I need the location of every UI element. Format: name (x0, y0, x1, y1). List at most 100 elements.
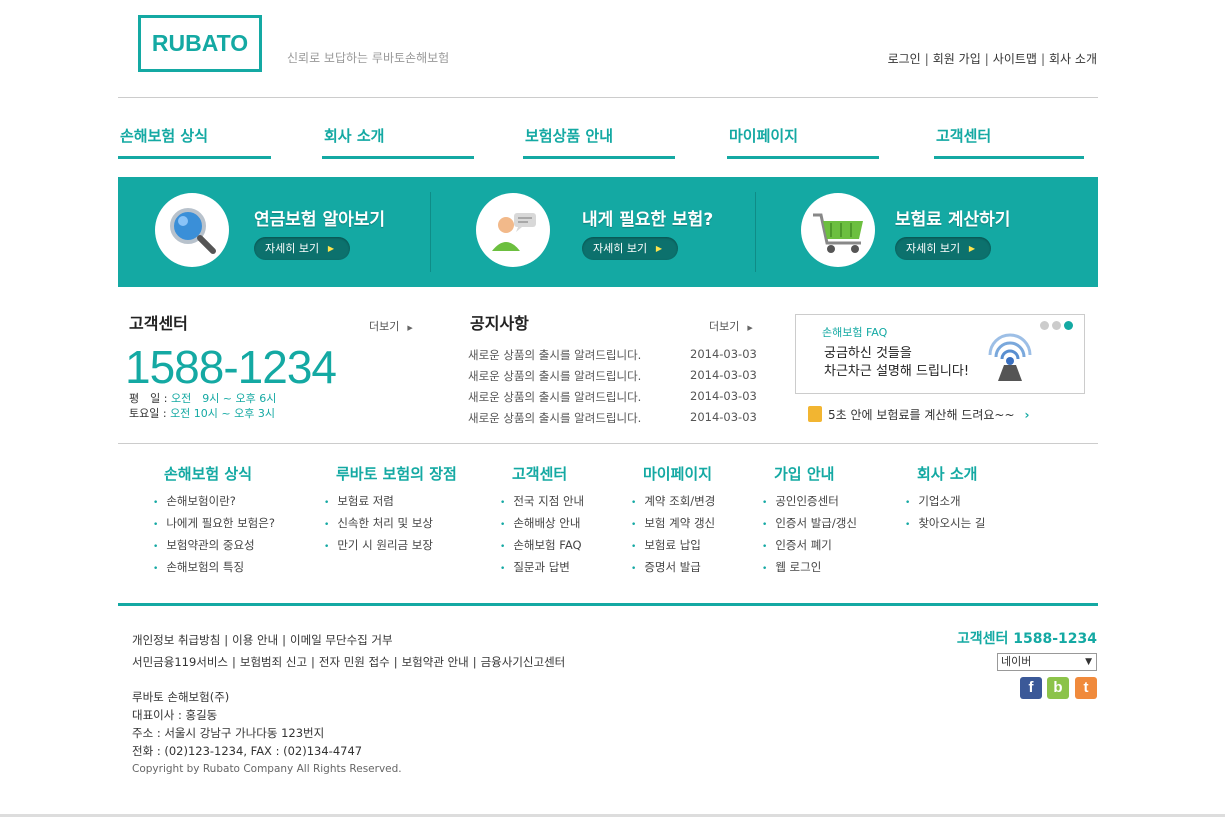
login-link[interactable]: 로그인 (888, 52, 921, 66)
sitemap-column: 가입 안내 • 공인인증센터 • 인증서 발급/갱신 • 인증서 폐기 • 웹 로그인 (762, 463, 857, 578)
sitemap-link[interactable]: • 보험료 납입 (631, 534, 715, 556)
sitemap-link[interactable]: • 손해배상 안내 (500, 512, 584, 534)
notice-row: 새로운 상품의 출시를 알려드립니다. 2014-03-03 (468, 410, 758, 426)
bullet-icon: • (762, 542, 768, 552)
sitemap-link[interactable]: • 보험료 저렴 (324, 490, 457, 512)
e-complaint-link[interactable]: 전자 민원 접수 (319, 655, 390, 669)
nav-products[interactable]: 보험상품 안내 (523, 125, 675, 159)
faq-line-2: 차근차근 설명해 드립니다! (824, 364, 970, 379)
sitemap-link[interactable]: • 전국 지점 안내 (500, 490, 584, 512)
footer-links-row-2: 서민금융119서비스 | 보험범죄 신고 | 전자 민원 접수 | 보험약관 안내 | 금융사기… (132, 655, 566, 669)
finance-119-link[interactable]: 서민금융119서비스 (132, 655, 228, 669)
facebook-icon[interactable]: f (1020, 677, 1042, 699)
signup-link[interactable]: 회원 가입 (933, 52, 981, 66)
sitemap-link[interactable]: • 손해보험 FAQ (500, 534, 584, 556)
sitemap-link-label: 만기 시 원리금 보장 (337, 538, 433, 552)
faq-text: 궁금하신 것들을 차근차근 설명해 드립니다! (824, 345, 969, 381)
nav-customer-center[interactable]: 고객센터 (934, 125, 1084, 159)
bullet-icon: • (324, 520, 330, 530)
select-value: 네이버 (1001, 655, 1032, 668)
notice-more[interactable]: 더보기 ▶ (709, 318, 753, 334)
banner-detail-button-need[interactable]: 자세히 보기 ▶ (582, 237, 678, 260)
faq-banner[interactable]: 손해보험 FAQ 궁금하신 것들을 차근차근 설명해 드립니다! (795, 314, 1085, 394)
magnifier-icon (155, 193, 229, 267)
sitemap-link-label: 나에게 필요한 보험은? (166, 516, 275, 530)
sitemap-link[interactable]: • 보험약관의 중요성 (153, 534, 275, 556)
about-link[interactable]: 회사 소개 (1049, 52, 1097, 66)
calc-shortcut[interactable]: 5초 안에 보험료를 계산해 드려요~~ › (808, 406, 1029, 423)
blog-icon[interactable]: b (1047, 677, 1069, 699)
play-arrow-icon: ▶ (327, 244, 334, 253)
sitemap-link[interactable]: • 기업소개 (905, 490, 985, 512)
lock-bag-icon (808, 406, 822, 422)
family-site-select[interactable]: 네이버 ▼ (997, 653, 1097, 671)
sitemap-link[interactable]: • 인증서 발급/갱신 (762, 512, 857, 534)
sitemap-heading[interactable]: 회사 소개 (905, 463, 985, 484)
notice-link[interactable]: 새로운 상품의 출시를 알려드립니다. (468, 390, 641, 404)
slide-dot[interactable] (1040, 321, 1049, 330)
sitemap-heading[interactable]: 손해보험 상식 (153, 463, 275, 484)
company-tel: 전화 : (02)123-1234, FAX : (02)134-4747 (132, 744, 363, 758)
twitter-icon[interactable]: t (1075, 677, 1097, 699)
tagline: 신뢰로 보답하는 루바토손해보험 (287, 51, 450, 65)
sitemap-link-label: 전국 지점 안내 (513, 494, 585, 508)
copyright: Copyright by Rubato Company All Rights R… (132, 763, 402, 775)
sitemap-link-label: 보험약관의 중요성 (166, 538, 255, 552)
sitemap-link-label: 찾아오시는 길 (918, 516, 986, 530)
slide-dot[interactable] (1052, 321, 1061, 330)
sitemap-link[interactable]: • 질문과 답변 (500, 556, 584, 578)
fraud-report-link[interactable]: 보험범죄 신고 (240, 655, 307, 669)
sitemap-link-label: 손해보험 FAQ (513, 538, 582, 552)
triangle-right-icon: ▶ (407, 324, 413, 332)
sitemap-link[interactable]: • 웹 로그인 (762, 556, 857, 578)
bullet-icon: • (153, 564, 159, 574)
sitemap-link[interactable]: • 인증서 폐기 (762, 534, 857, 556)
sitemap-heading[interactable]: 마이페이지 (631, 463, 715, 484)
bullet-icon: • (153, 542, 159, 552)
banner-detail-button-pension[interactable]: 자세히 보기 ▶ (254, 237, 350, 260)
nav-mypage[interactable]: 마이페이지 (727, 125, 879, 159)
footer-links-row-1: 개인정보 취급방침 | 이용 안내 | 이메일 무단수집 거부 (132, 633, 393, 647)
header-divider (118, 97, 1098, 98)
sitemap-link[interactable]: • 계약 조회/변경 (631, 490, 715, 512)
sitemap-heading[interactable]: 가입 안내 (762, 463, 857, 484)
banner-detail-button-calc[interactable]: 자세히 보기 ▶ (895, 237, 991, 260)
sitemap-link[interactable]: • 손해보험이란? (153, 490, 275, 512)
sitemap-heading[interactable]: 고객센터 (500, 463, 584, 484)
slide-dot-active[interactable] (1064, 321, 1073, 330)
company-address: 주소 : 서울시 강남구 가나다동 123번지 (132, 726, 325, 740)
company-ceo: 대표이사 : 홍길동 (132, 708, 218, 722)
customer-center-more[interactable]: 더보기 ▶ (369, 318, 413, 334)
notice-link[interactable]: 새로운 상품의 출시를 알려드립니다. (468, 348, 641, 362)
terms-guide-link[interactable]: 보험약관 안내 (402, 655, 469, 669)
bullet-icon: • (500, 520, 506, 530)
sitemap-link[interactable]: • 증명서 발급 (631, 556, 715, 578)
nav-company[interactable]: 회사 소개 (322, 125, 474, 159)
logo[interactable]: RUBATO (138, 15, 262, 72)
notice-link[interactable]: 새로운 상품의 출시를 알려드립니다. (468, 411, 641, 425)
bullet-icon: • (500, 542, 506, 552)
sitemap-link[interactable]: • 신속한 처리 및 보상 (324, 512, 457, 534)
sitemap-heading[interactable]: 루바토 보험의 장점 (324, 463, 457, 484)
sitemap-link[interactable]: • 나에게 필요한 보험은? (153, 512, 275, 534)
usage-guide-link[interactable]: 이용 안내 (232, 633, 278, 647)
nav-insurance-knowledge[interactable]: 손해보험 상식 (118, 125, 271, 159)
sitemap-link-label: 보험 계약 갱신 (644, 516, 716, 530)
sitemap-link-label: 보험료 저렴 (337, 494, 394, 508)
sitemap-link-label: 손해보험이란? (166, 494, 236, 508)
sitemap-link[interactable]: • 공인인증센터 (762, 490, 857, 512)
sitemap-link[interactable]: 사이트맵 (993, 52, 1037, 66)
button-label: 자세히 보기 (906, 242, 961, 255)
sitemap-link[interactable]: • 보험 계약 갱신 (631, 512, 715, 534)
sitemap-link[interactable]: • 손해보험의 특징 (153, 556, 275, 578)
privacy-policy-link[interactable]: 개인정보 취급방침 (132, 633, 220, 647)
bullet-icon: • (631, 564, 637, 574)
sitemap-link[interactable]: • 찾아오시는 길 (905, 512, 985, 534)
footer-customer-center: 고객센터 1588-1234 (956, 631, 1097, 647)
notice-link[interactable]: 새로운 상품의 출시를 알려드립니다. (468, 369, 641, 383)
email-refusal-link[interactable]: 이메일 무단수집 거부 (290, 633, 393, 647)
sitemap-link[interactable]: • 만기 시 원리금 보장 (324, 534, 457, 556)
financial-fraud-center-link[interactable]: 금융사기신고센터 (481, 655, 566, 669)
more-label: 더보기 (369, 320, 400, 333)
section-divider (118, 443, 1098, 444)
